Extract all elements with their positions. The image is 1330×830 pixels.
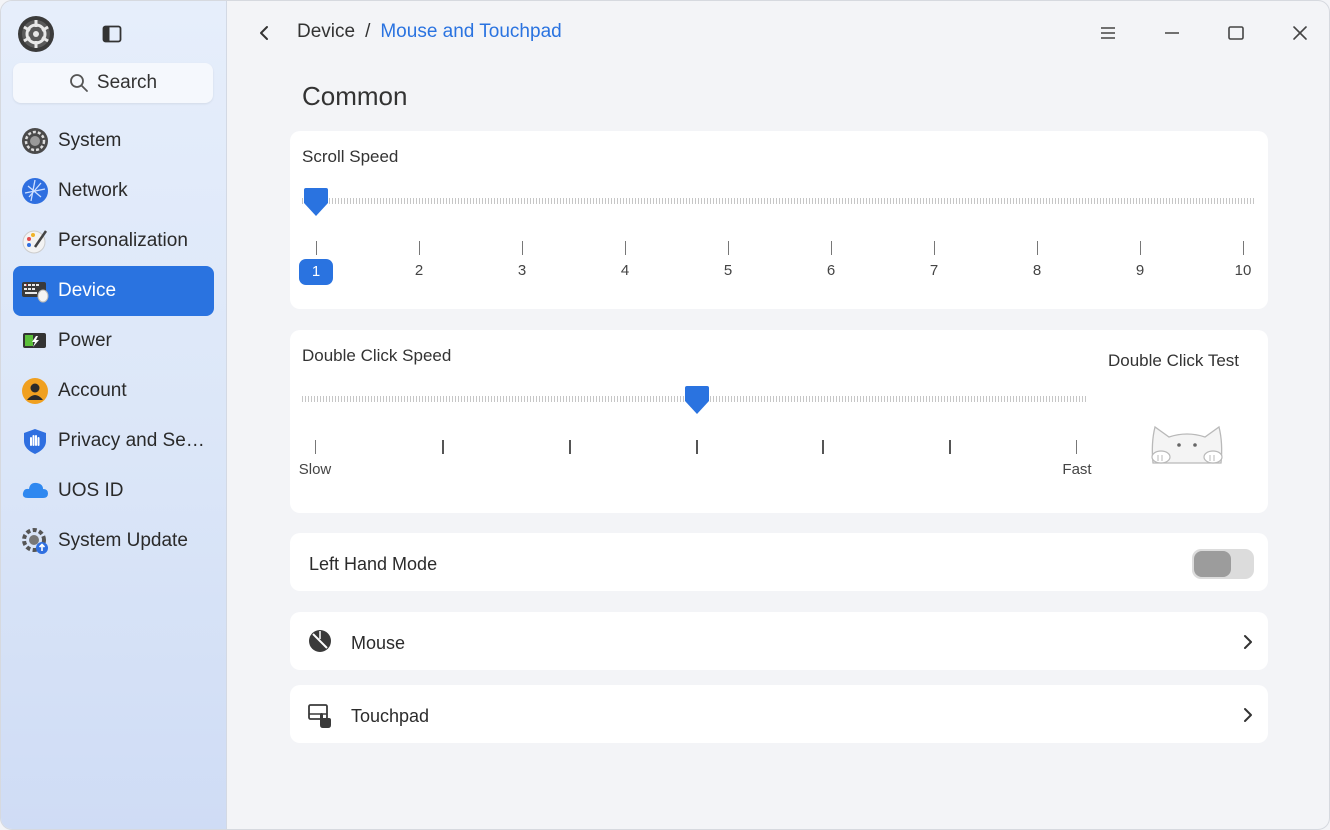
scroll-speed-tick-label[interactable]: 8	[1033, 262, 1041, 279]
settings-window: Search System Network Personalization De…	[0, 0, 1330, 830]
sidebar-item-power[interactable]: Power	[13, 316, 214, 366]
sidebar-nav: System Network Personalization Device Po…	[13, 116, 214, 566]
double-click-test-cat-icon[interactable]	[1145, 423, 1229, 467]
scroll-speed-tick	[522, 241, 523, 255]
close-icon[interactable]	[1288, 21, 1312, 45]
double-click-tick	[441, 440, 444, 454]
search-icon	[69, 74, 88, 92]
scroll-speed-track[interactable]	[302, 198, 1256, 204]
scroll-speed-tick-label[interactable]: 4	[621, 262, 629, 279]
scroll-speed-tick	[1243, 241, 1244, 255]
sidebar-item-label: System Update	[58, 530, 188, 551]
privacy-icon	[21, 427, 49, 455]
scroll-speed-tick-label[interactable]: 9	[1136, 262, 1144, 279]
breadcrumb-parent[interactable]: Device	[297, 21, 355, 43]
sidebar-item-label: Device	[58, 280, 117, 301]
sidebar: Search System Network Personalization De…	[1, 1, 227, 829]
sidebar-item-system-update[interactable]: System Update	[13, 516, 214, 566]
slow-label: Slow	[298, 461, 332, 478]
double-click-speed-label: Double Click Speed	[302, 346, 452, 365]
sidebar-item-network[interactable]: Network	[13, 166, 214, 216]
system-icon	[21, 127, 49, 155]
account-icon	[21, 377, 49, 405]
sidebar-item-label: UOS ID	[58, 480, 124, 501]
sidebar-item-uos-id[interactable]: UOS ID	[13, 466, 214, 516]
title-bar: Device / Mouse and Touchpad	[227, 1, 1329, 65]
double-click-tick	[568, 440, 571, 454]
double-click-tick	[949, 440, 952, 454]
double-click-slider-handle[interactable]	[683, 384, 711, 416]
scroll-speed-tick-label[interactable]: 7	[930, 262, 938, 279]
breadcrumb-separator: /	[365, 21, 371, 42]
cloud-icon	[21, 477, 49, 505]
breadcrumb: Device / Mouse and Touchpad	[297, 21, 562, 43]
sidebar-item-label: Account	[58, 380, 127, 401]
network-icon	[21, 177, 49, 205]
scroll-speed-slider-handle[interactable]	[302, 186, 330, 218]
scroll-speed-tick	[625, 241, 626, 255]
scroll-speed-tick	[728, 241, 729, 255]
double-click-card: Double Click Speed Double Click Test Slo…	[290, 330, 1268, 513]
scroll-speed-tick	[1037, 241, 1038, 255]
sidebar-item-privacy[interactable]: Privacy and Sec…	[13, 416, 214, 466]
system-update-icon	[21, 527, 49, 555]
sidebar-item-label: Personalization	[58, 230, 188, 251]
scroll-speed-tick	[831, 241, 832, 255]
scroll-speed-tick-label[interactable]: 6	[827, 262, 835, 279]
double-click-tick	[1076, 440, 1077, 454]
sidebar-toggle-icon[interactable]	[102, 25, 122, 43]
left-hand-mode-toggle[interactable]	[1192, 549, 1254, 579]
mouse-icon	[309, 630, 331, 652]
sidebar-item-label: System	[58, 130, 122, 151]
device-icon	[21, 277, 49, 305]
maximize-icon[interactable]	[1224, 21, 1248, 45]
scroll-speed-tick-label[interactable]: 10	[1235, 262, 1252, 279]
sidebar-item-label: Network	[58, 180, 128, 201]
power-icon	[21, 327, 49, 355]
mouse-label: Mouse	[351, 633, 406, 653]
touchpad-label: Touchpad	[351, 706, 430, 726]
minimize-icon[interactable]	[1160, 21, 1184, 45]
sidebar-item-device[interactable]: Device	[13, 266, 214, 316]
sidebar-item-label: Privacy and Sec…	[58, 430, 208, 451]
fast-label: Fast	[1062, 461, 1092, 478]
search-input[interactable]: Search	[13, 63, 213, 103]
breadcrumb-current: Mouse and Touchpad	[380, 21, 562, 42]
double-click-tick	[695, 440, 698, 454]
double-click-tick	[822, 440, 825, 454]
search-placeholder: Search	[96, 72, 158, 93]
sidebar-item-account[interactable]: Account	[13, 366, 214, 416]
scroll-speed-label: Scroll Speed	[302, 147, 399, 166]
scroll-speed-tick	[419, 241, 420, 255]
scroll-speed-tick-label[interactable]: 2	[415, 262, 423, 279]
settings-app-icon	[18, 16, 54, 52]
back-button[interactable]	[255, 23, 275, 43]
touchpad-settings-row[interactable]: Touchpad	[290, 685, 1268, 743]
scroll-speed-tick-label[interactable]: 3	[518, 262, 526, 279]
left-hand-mode-label: Left Hand Mode	[309, 554, 438, 574]
scroll-speed-tick-label[interactable]: 5	[724, 262, 732, 279]
scroll-speed-tick	[316, 241, 317, 255]
double-click-test-label: Double Click Test	[1108, 351, 1240, 370]
toggle-knob	[1194, 551, 1231, 577]
scroll-speed-tick	[934, 241, 935, 255]
scroll-speed-tick-label[interactable]: 1	[299, 259, 333, 285]
scroll-speed-card: Scroll Speed 1 2 3 4 5 6 7 8 9 10	[290, 131, 1268, 309]
chevron-right-icon	[1244, 708, 1252, 722]
sidebar-item-label: Power	[58, 330, 112, 351]
touchpad-icon	[308, 704, 331, 728]
scroll-speed-tick	[1140, 241, 1141, 255]
chevron-right-icon	[1244, 635, 1252, 649]
section-title: Common	[302, 81, 408, 111]
left-hand-mode-row: Left Hand Mode	[290, 533, 1268, 591]
menu-icon[interactable]	[1096, 21, 1120, 45]
mouse-settings-row[interactable]: Mouse	[290, 612, 1268, 670]
sidebar-item-personalization[interactable]: Personalization	[13, 216, 214, 266]
personalization-icon	[21, 227, 49, 255]
sidebar-item-system[interactable]: System	[13, 116, 214, 166]
double-click-tick	[315, 440, 316, 454]
